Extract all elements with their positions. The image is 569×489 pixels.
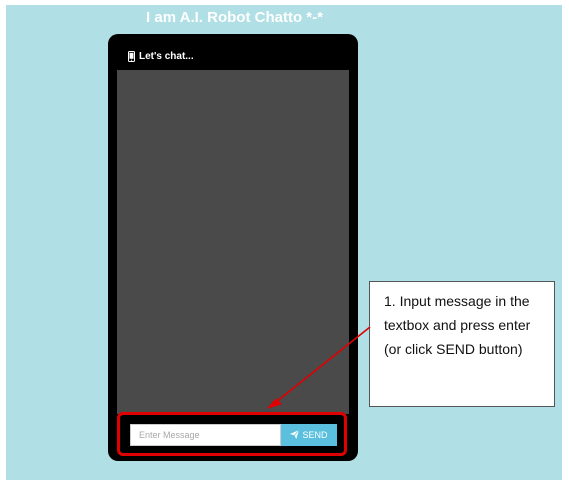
callout-arrow [266,326,371,410]
